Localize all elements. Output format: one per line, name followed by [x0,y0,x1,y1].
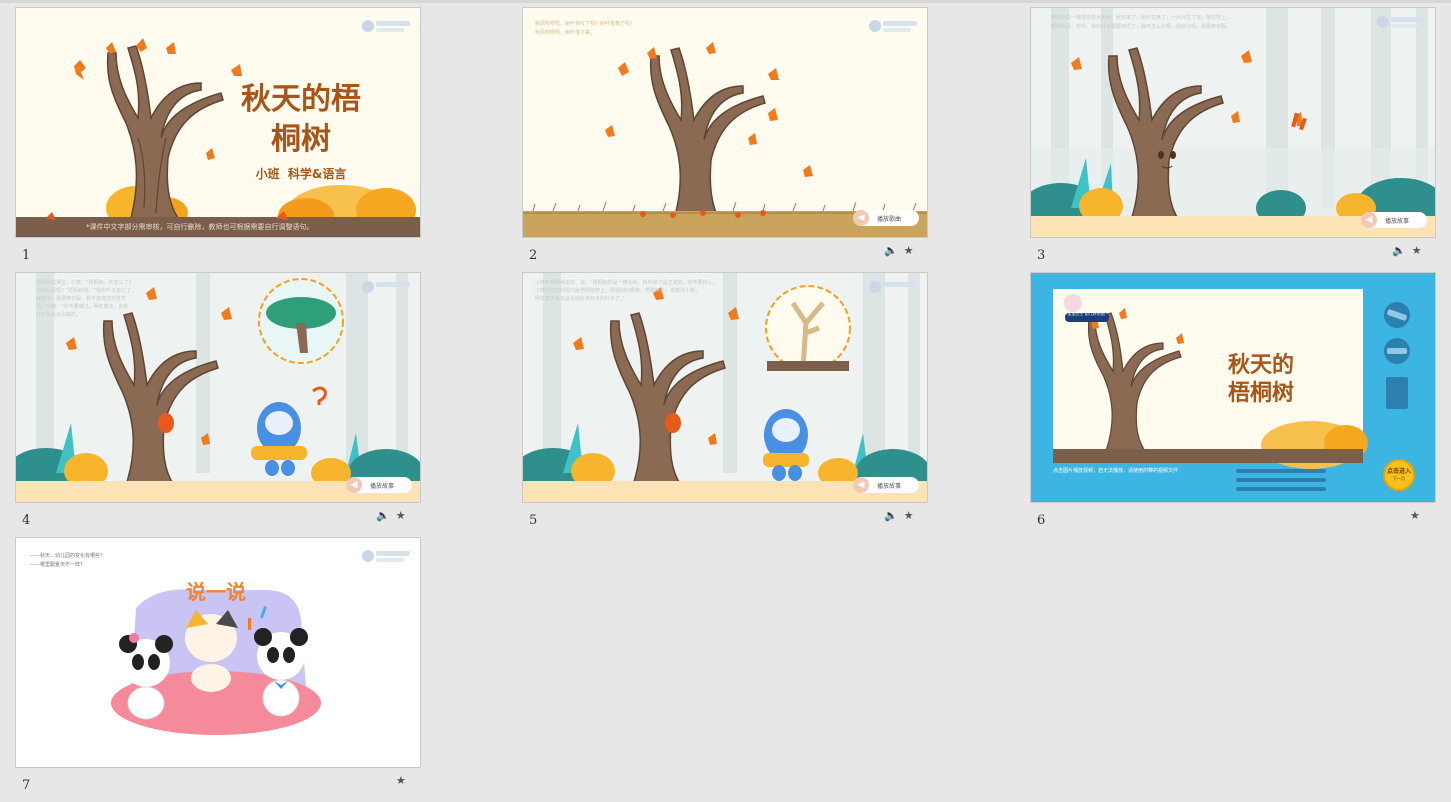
slide-4-text-line: 梧桐树在哭泣，小熊：“梧桐树，你怎么了？ [36,280,134,286]
slide-thumbnail-1[interactable]: 秋天的梧 桐树 小班 科学&语言 *课件中文字部分需审核，可自行删除，教师也可根… [15,7,421,238]
slide-thumbnail-2[interactable]: 秋风吹呀吹，树叶变红了吗？树叶变黄了吗？ 秋风吹呀吹，树叶落下来。 ◀ 播放歌曲 [522,7,928,238]
slide-number-7: 7 [22,778,31,793]
slide-2-indicators: 🔈 ★ [884,244,914,257]
star-animation-icon: ★ [396,774,406,787]
slide-7-text-line2: ——哪里跟夏天不一样？ [30,562,86,568]
slide-number-5: 5 [529,513,538,528]
star-animation-icon: ★ [395,509,406,522]
slide-7-text: ——秋天，幼儿园的变化有哪些？ ——哪里跟夏天不一样？ [30,552,105,570]
slide-6-next-label: 点击进入 [1386,468,1411,475]
slide-thumbnail-7[interactable]: ——秋天，幼儿园的变化有哪些？ ——哪里跟夏天不一样？ 说一说 [15,537,421,768]
slide-3-text: 梧桐树是一棵很高很大的树，秋天来了，树叶变黄了，一片片往下落，落在地上， 梧桐树… [1051,14,1371,32]
sound-icon: 🔈 [1392,244,1406,257]
slide-2-canvas [523,8,927,237]
slide-1-title: 秋天的梧 桐树 [221,80,381,160]
speaker-icon: ◀ [1361,212,1377,228]
slide-7-canvas [16,538,420,767]
sound-icon: 🔈 [884,244,898,257]
slide-4-text-line: 的。”小熊：“你不要难过，明年春天，你的 [36,304,129,310]
window-top-border [0,0,1451,3]
slide-3-play-button[interactable]: ◀ 播放故事 [1361,212,1427,228]
slide-4-text-line: 叶子又会长出来的。” [36,312,82,318]
slide-4-indicators: 🔈 ★ [376,509,406,522]
slide-5-text: 小熊听梧桐树说完，说：“梧桐树你是一棵大树，树叶掉了是正常的，你不要伤心， 小熊… [535,279,745,303]
slide-4-text: 梧桐树在哭泣，小熊：“梧桐树，你怎么了？ 为什么哭呀？”梧桐树说：“我的叶子掉光… [36,279,206,319]
slide-6-next-sub: 下一页 [1393,476,1405,481]
slide-3-play-label: 播放故事 [1385,217,1410,225]
slide-3-text-line1: 梧桐树是一棵很高很大的树，秋天来了，树叶变黄了，一片片往下落，落在地上， [1051,15,1232,21]
slide-4-text-line: 为什么哭呀？”梧桐树说：“我的叶子掉光了， [36,288,137,294]
slide-4-play-button[interactable]: ◀ 播放故事 [346,477,412,493]
slide-7-heading: 说一说 [186,580,246,604]
slide-thumbnail-5[interactable]: 小熊听梧桐树说完，说：“梧桐树你是一棵大树，树叶掉了是正常的，你不要伤心， 小熊… [522,272,928,503]
slide-thumbnail-6[interactable]: 宝宝巴士 幼儿好乐园 秋天的 梧桐树 点击图片播放视频；若无法播放，请使用附带的… [1030,272,1436,503]
slide-thumbnail-3[interactable]: 梧桐树是一棵很高很大的树，秋天来了，树叶变黄了，一片片往下落，落在地上， 梧桐树… [1030,7,1436,238]
slide-6-title-line2: 梧桐树 [1227,380,1294,406]
slide-5-text-line: 小熊听梧桐树说完，说：“梧桐树你是一棵大树，树叶掉了是正常的，你不要伤心， [535,280,718,286]
star-animation-icon: ★ [903,509,914,522]
slide-2-play-button[interactable]: ◀ 播放歌曲 [853,210,919,226]
speaker-icon: ◀ [853,477,869,493]
slide-3-text-line2: 梧桐树说：哎呀，我的叶子都要掉光了，我可怎么办呀，我好冷呀，我要穿衣服。 [1051,24,1232,30]
slide-number-2: 2 [529,248,538,263]
slide-2-play-label: 播放歌曲 [877,215,902,223]
slide-5-text-line: 小熊把自己的围巾给梧桐树穿上，梧桐树好暖和，梧桐树说：谢谢你小熊， [535,288,701,294]
star-animation-icon: ★ [1410,509,1420,522]
slide-6-indicators: ★ [1410,509,1420,522]
speaker-icon: ◀ [346,477,362,493]
slide-5-indicators: 🔈 ★ [884,509,914,522]
sound-icon: 🔈 [884,509,898,522]
slide-4-play-label: 播放故事 [370,482,395,490]
slide-7-text-line1: ——秋天，幼儿园的变化有哪些？ [30,553,106,559]
slide-6-caption: 点击图片播放视频；若无法播放，请使用附带的视频文件 [1053,468,1179,474]
slide-6-title-line1: 秋天的 [1227,352,1294,378]
slide-1-subtitle: 小班 科学&语言 [255,167,347,181]
slide-2-text-line1: 秋风吹呀吹，树叶变红了吗？树叶变黄了吗？ [535,21,636,27]
slide-5-canvas [523,273,927,502]
speaker-icon: ◀ [853,210,869,226]
slide-number-6: 6 [1037,513,1046,528]
slide-2-text: 秋风吹呀吹，树叶变红了吗？树叶变黄了吗？ 秋风吹呀吹，树叶落下来。 [535,20,635,38]
slide-number-1: 1 [22,248,31,263]
slide-2-text-line2: 秋风吹呀吹，树叶落下来。 [535,30,596,36]
slide-3-canvas [1031,8,1435,237]
slide-7-indicators: ★ [396,774,406,787]
slide-thumbnail-4[interactable]: 梧桐树在哭泣，小熊：“梧桐树，你怎么了？ 为什么哭呀？”梧桐树说：“我的叶子掉光… [15,272,421,503]
slide-5-play-label: 播放故事 [877,482,902,490]
slide-3-indicators: 🔈 ★ [1392,244,1422,257]
slide-5-play-button[interactable]: ◀ 播放故事 [853,477,919,493]
slide-1-title-line1: 秋天的梧 [241,82,361,117]
slide-1-footer-note: *课件中文字部分需审核，可自行删除，教师也可根据需要自行调整语句。 [86,223,314,231]
star-animation-icon: ★ [1411,244,1422,257]
slide-6-next-button[interactable]: 点击进入 下一页 [1383,459,1415,491]
slide-4-text-line: 我好冷，我要穿衣服，我不能变成光秃秃 [36,296,127,302]
slide-number-4: 4 [22,513,31,528]
slide-1-title-line2: 桐树 [271,122,331,157]
sound-icon: 🔈 [376,509,390,522]
slide-5-text-line: 明年春天我又会长出好多好多的叶子了。” [535,296,626,302]
slide-number-3: 3 [1037,248,1046,263]
star-animation-icon: ★ [903,244,914,257]
slide-6-brand: 宝宝巴士 幼儿好乐园 [1067,311,1105,316]
slide-6-title: 秋天的 梧桐树 [1211,351,1311,407]
